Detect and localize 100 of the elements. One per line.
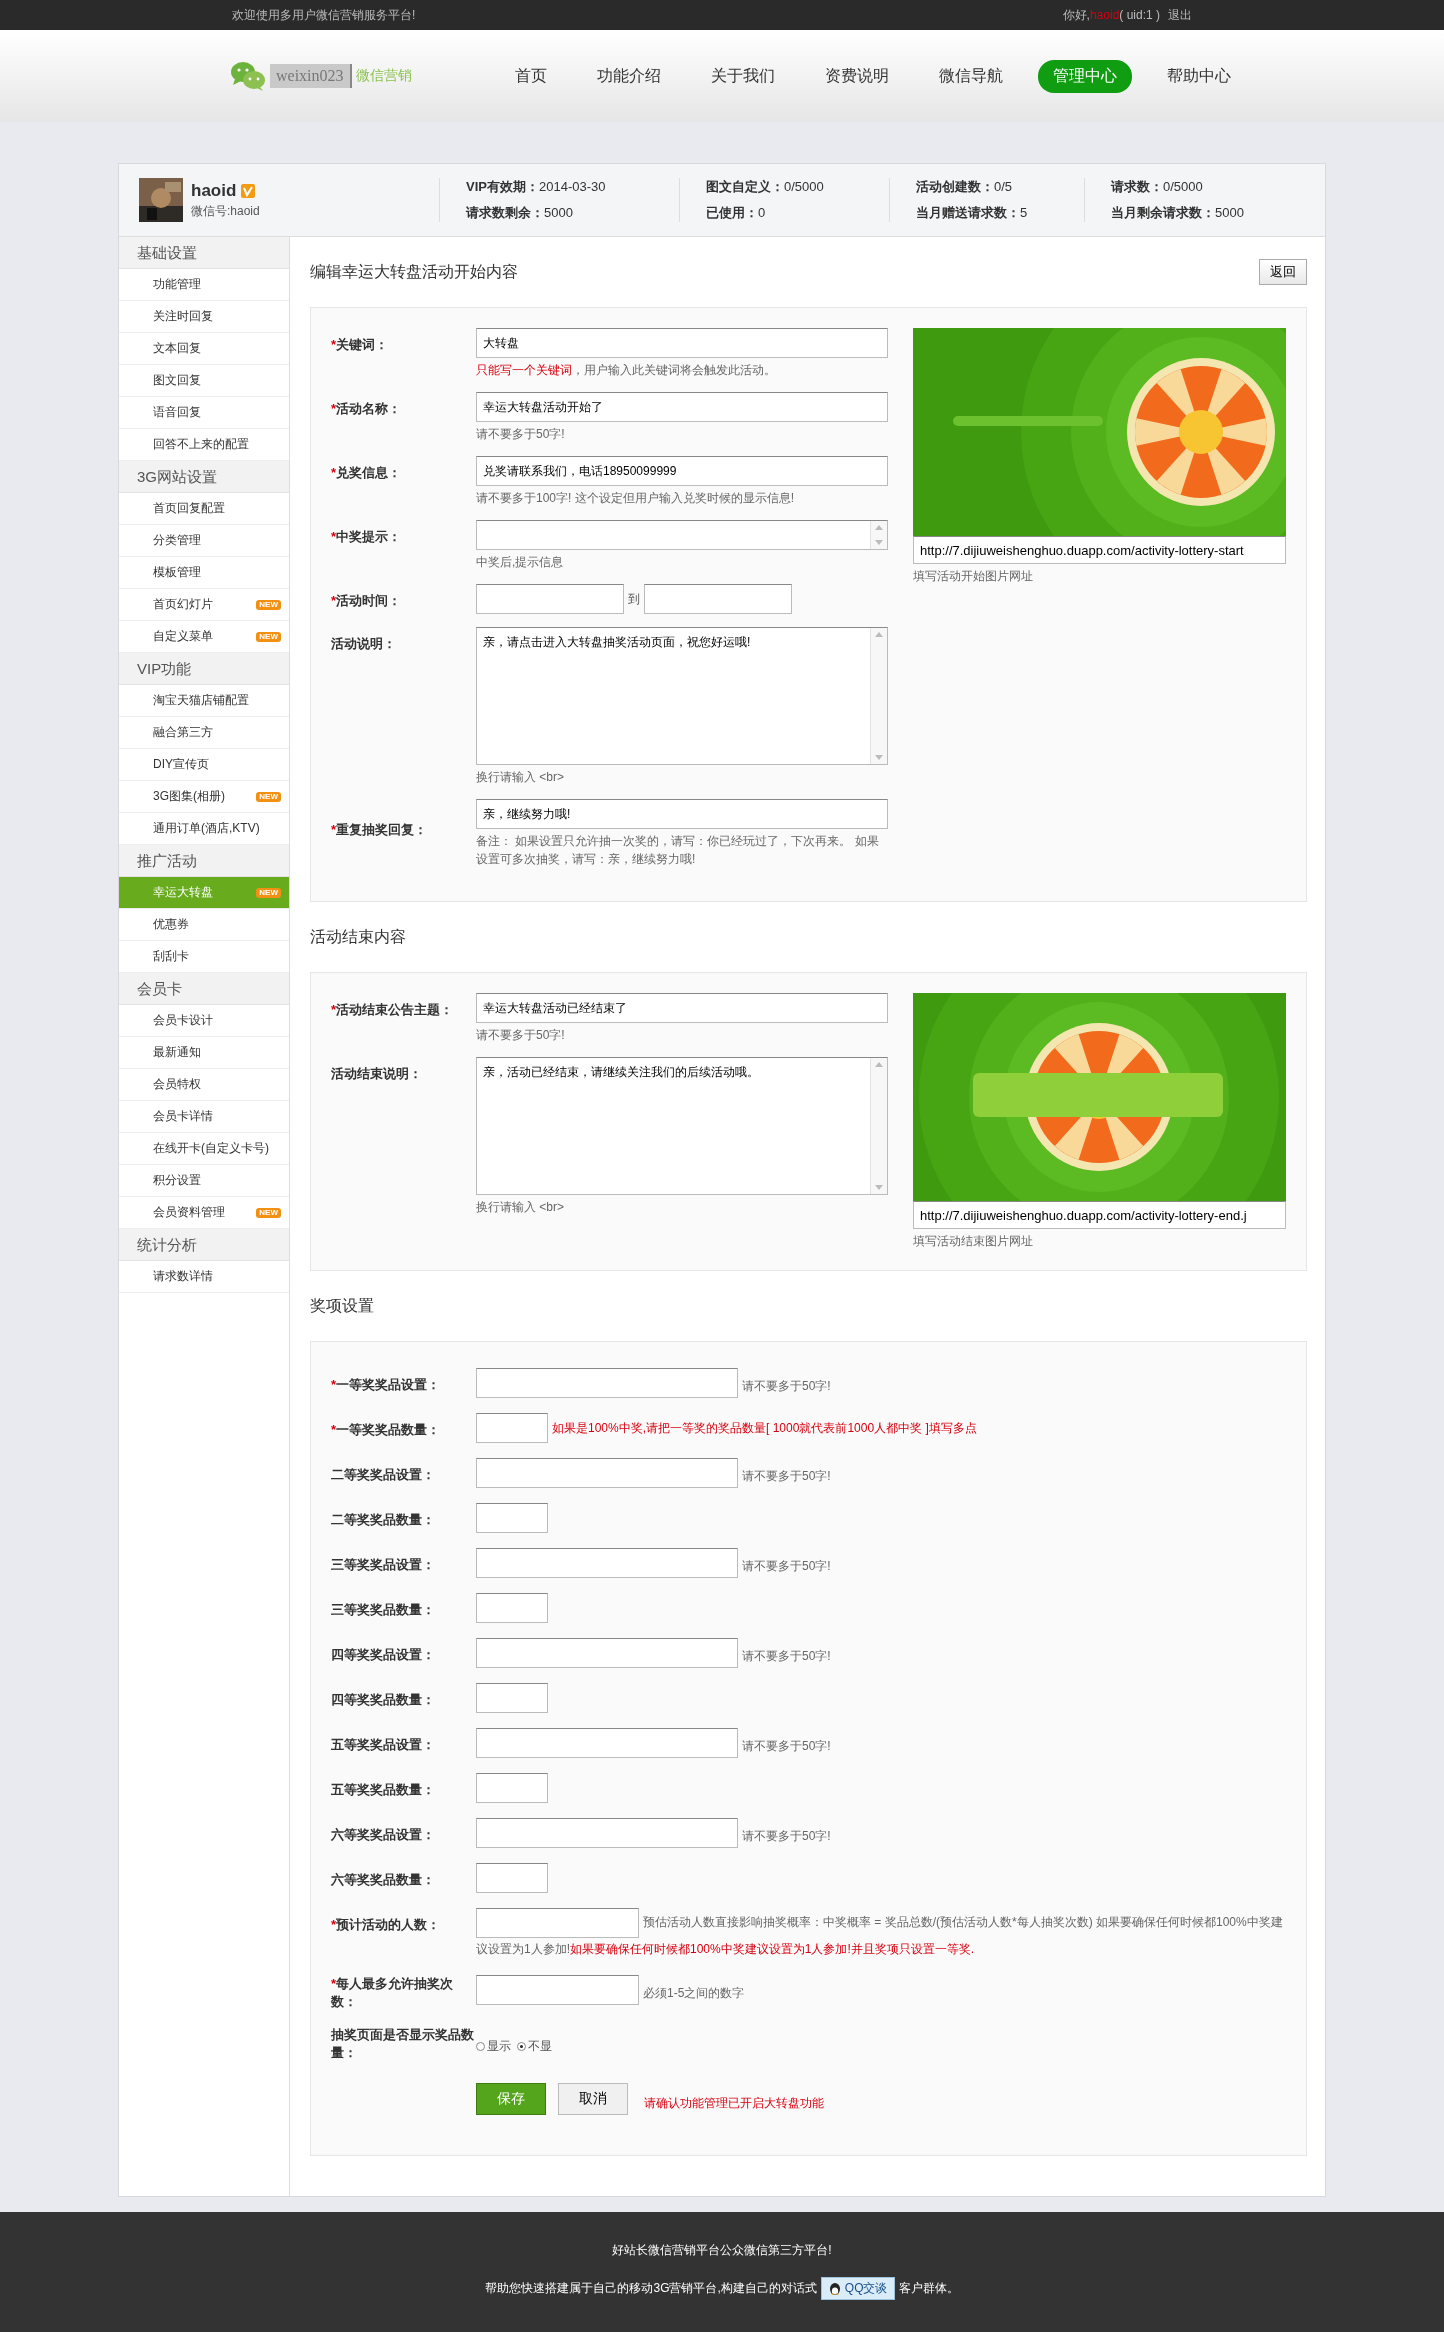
new-badge: NEW	[256, 599, 281, 610]
radio-icon[interactable]	[476, 2042, 485, 2051]
nav-link[interactable]: 资费说明	[810, 59, 904, 93]
text-field[interactable]	[476, 1728, 738, 1758]
sidebar-item[interactable]: 分类管理	[119, 525, 289, 557]
image-url-field[interactable]: http://7.dijiuweishenghuo.duapp.com/activity-lottery-end.j	[913, 1201, 1286, 1229]
sidebar-item[interactable]: 功能管理	[119, 269, 289, 301]
scrollbar[interactable]	[870, 521, 887, 549]
sidebar-group-title: 基础设置	[119, 237, 289, 269]
text-field[interactable]	[476, 1458, 738, 1488]
sidebar-item[interactable]: 3G图集(相册) NEW	[119, 781, 289, 813]
scrollbar[interactable]	[870, 628, 887, 764]
text-field[interactable]	[476, 1593, 548, 1623]
text-field[interactable]: 幸运大转盘活动开始了	[476, 392, 888, 422]
nav-link[interactable]: 关于我们	[696, 59, 790, 93]
sidebar-item[interactable]: DIY宣传页	[119, 749, 289, 781]
range-separator: 到	[628, 590, 640, 608]
field-hint: 填写活动开始图片网址	[913, 568, 1034, 585]
scrollbar[interactable]	[870, 1058, 887, 1194]
text-field[interactable]	[476, 1503, 548, 1533]
section-title: 编辑幸运大转盘活动开始内容	[310, 261, 518, 282]
text-area[interactable]	[476, 520, 888, 550]
new-badge: NEW	[256, 1207, 281, 1218]
chat-bubbles-icon	[230, 60, 266, 92]
text-field[interactable]	[476, 1863, 548, 1893]
sidebar-item[interactable]: 会员卡设计	[119, 1005, 289, 1037]
nav-link[interactable]: 帮助中心	[1152, 59, 1246, 93]
field-label: 四等奖奖品设置：	[331, 1646, 436, 1664]
field-hint: 请不要多于50字!	[742, 1827, 831, 1845]
field-label: *活动结束公告主题：	[331, 1001, 455, 1019]
field-label: *活动名称：	[331, 400, 403, 418]
field-label: 三等奖奖品数量：	[331, 1601, 436, 1619]
sidebar-item[interactable]: 首页幻灯片 NEW	[119, 589, 289, 621]
radio-option[interactable]: 不显	[517, 2038, 552, 2055]
logout-link[interactable]: 退出	[1168, 6, 1192, 24]
nav-link[interactable]: 功能介绍	[582, 59, 676, 93]
text-field[interactable]	[476, 1773, 548, 1803]
text-field[interactable]	[476, 1413, 548, 1443]
footer-text: 帮助您快速搭建属于自己的移动3G营销平台,构建自己的对话式	[485, 2280, 817, 2297]
text-field[interactable]: 幸运大转盘活动已经结束了	[476, 993, 888, 1023]
sidebar-item[interactable]: 最新通知	[119, 1037, 289, 1069]
field-label: *重复抽奖回复：	[331, 821, 429, 839]
end-date-field[interactable]	[644, 584, 792, 614]
sidebar-item[interactable]: 淘宝天猫店铺配置	[119, 685, 289, 717]
sidebar-item[interactable]: 积分设置	[119, 1165, 289, 1197]
sidebar-item[interactable]: 首页回复配置	[119, 493, 289, 525]
sidebar-item[interactable]: 模板管理	[119, 557, 289, 589]
field-label: 活动说明：	[331, 635, 397, 653]
text-field[interactable]: 兑奖请联系我们，电话18950099999	[476, 456, 888, 486]
text-field[interactable]	[476, 1975, 639, 2005]
text-area[interactable]: 亲，请点击进入大转盘抽奖活动页面，祝您好运哦!	[476, 627, 888, 765]
sidebar-item[interactable]: 融合第三方	[119, 717, 289, 749]
field-hint: 如果是100%中奖,请把一等奖的奖品数量[ 1000就代表前1000人都中奖 ]填写多点	[552, 1419, 977, 1437]
back-button[interactable]: 返回	[1259, 259, 1307, 285]
new-badge: NEW	[256, 887, 281, 898]
text-field[interactable]	[476, 1368, 738, 1398]
sidebar-item[interactable]: 图文回复	[119, 365, 289, 397]
sidebar-item[interactable]: 会员特权	[119, 1069, 289, 1101]
text-area[interactable]: 亲，活动已经结束，请继续关注我们的后续活动哦。	[476, 1057, 888, 1195]
image-url-field[interactable]: http://7.dijiuweishenghuo.duapp.com/activity-lottery-start	[913, 536, 1286, 564]
field-hint: 换行请输入 <br>	[476, 1199, 566, 1216]
sidebar-item[interactable]: 关注时回复	[119, 301, 289, 333]
field-hint: 请不要多于50字!	[476, 1027, 566, 1044]
sidebar-item[interactable]: 请求数详情	[119, 1261, 289, 1293]
text-field[interactable]	[476, 1683, 548, 1713]
text-field[interactable]	[476, 1908, 639, 1938]
text-field[interactable]: 亲，继续努力哦!	[476, 799, 888, 829]
nav-link[interactable]: 管理中心	[1038, 59, 1132, 93]
stat-text: VIP有效期：2014-03-30	[466, 178, 607, 196]
radio-option[interactable]: 显示	[476, 2038, 511, 2055]
nav-link[interactable]: 首页	[500, 59, 562, 93]
field-hint: 请不要多于50字!	[742, 1557, 831, 1575]
text-field[interactable]	[476, 1548, 738, 1578]
vip-icon	[241, 183, 256, 198]
chat-button[interactable]: QQ交谈	[820, 2277, 895, 2300]
sidebar-item[interactable]: 优惠券	[119, 909, 289, 941]
field-label: *每人最多允许抽奖次数：	[331, 1975, 455, 2011]
welcome-text: 欢迎使用多用户微信营销服务平台!	[232, 6, 416, 24]
sidebar-item[interactable]: 文本回复	[119, 333, 289, 365]
sidebar-group-title: 会员卡	[119, 973, 289, 1005]
stat-text: 请求数：0/5000	[1111, 178, 1204, 196]
text-field[interactable]	[476, 1818, 738, 1848]
text-field[interactable]	[476, 1638, 738, 1668]
sidebar-item[interactable]: 语音回复	[119, 397, 289, 429]
logo-text: weixin023	[270, 64, 352, 88]
cancel-button[interactable]: 取消	[558, 2083, 628, 2115]
footer-text: 好站长微信营销平台公众微信第三方平台!	[612, 2242, 832, 2259]
sidebar-item[interactable]: 在线开卡(自定义卡号)	[119, 1133, 289, 1165]
logo-subtitle: 微信营销	[355, 67, 412, 85]
penguin-icon	[827, 2281, 842, 2296]
field-label: *中奖提示：	[331, 528, 403, 546]
nav-link[interactable]: 微信导航	[924, 59, 1018, 93]
field-hint: 换行请输入 <br>	[476, 769, 566, 786]
start-date-field[interactable]	[476, 584, 624, 614]
sidebar-item[interactable]: 会员卡详情	[119, 1101, 289, 1133]
field-label: *活动时间：	[331, 592, 403, 610]
text-field[interactable]: 大转盘	[476, 328, 888, 358]
sidebar-group-title: 3G网站设置	[119, 461, 289, 493]
radio-icon[interactable]	[517, 2042, 526, 2051]
field-hint: 请不要多于50字!	[742, 1737, 831, 1755]
